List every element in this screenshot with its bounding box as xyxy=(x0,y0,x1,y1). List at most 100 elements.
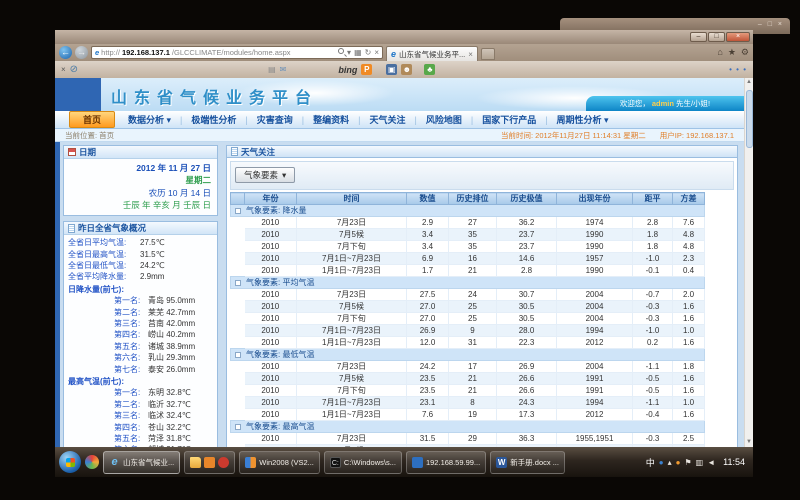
table-row[interactable]: 20101月1日~7月23日7.61917.32012-0.41.6 xyxy=(231,409,705,421)
back-button[interactable]: ← xyxy=(59,46,72,59)
group-checkbox[interactable] xyxy=(235,424,241,430)
table-toolbar: 气象要素 ▾ xyxy=(230,161,734,190)
row-lead-cell xyxy=(231,361,245,373)
card-icon[interactable]: ▤ xyxy=(268,65,276,74)
address-bar[interactable]: e http://192.168.137.1/GLCCLIMATE/module… xyxy=(91,46,383,59)
table-row[interactable]: 20107月23日27.52430.72004-0.72.0 xyxy=(231,289,705,301)
toolbar-close-icon[interactable]: × xyxy=(61,65,66,74)
start-button[interactable] xyxy=(59,451,81,473)
toolbar-stop-circle-icon[interactable]: ⊘ xyxy=(70,64,78,75)
nav-item-2[interactable]: 极端性分析 xyxy=(182,113,245,126)
table-row[interactable]: 20107月下旬3.43523.719901.84.8 xyxy=(231,241,705,253)
column-header-3: 历史排位 xyxy=(449,193,497,205)
nav-item-0[interactable]: 首页 xyxy=(69,111,115,128)
taskbar-button-vm[interactable]: Win2008 (VS2... xyxy=(239,451,320,474)
orange-tray-icon[interactable]: ● xyxy=(676,458,681,467)
table-row[interactable]: 20107月1日~7月23日26.9928.01994-1.01.0 xyxy=(231,325,705,337)
column-header-2: 数值 xyxy=(407,193,449,205)
nav-item-3[interactable]: 灾害查询 xyxy=(248,113,302,126)
table-row[interactable]: 20107月1日~7月23日23.1824.31994-1.11.0 xyxy=(231,397,705,409)
tab-title: 山东省气候业务平... xyxy=(399,49,465,60)
cell: 0.2 xyxy=(633,337,673,349)
close-button[interactable]: × xyxy=(726,32,750,42)
table-row[interactable]: 20107月5候3.43523.719901.84.8 xyxy=(231,229,705,241)
green-widget-icon[interactable]: ♣ xyxy=(424,64,435,75)
cell: 1990 xyxy=(557,241,633,253)
search-badge-icon[interactable]: P xyxy=(361,64,372,75)
table-row[interactable]: 20107月5候23.52126.61991-0.51.6 xyxy=(231,373,705,385)
scroll-down-icon[interactable]: ▼ xyxy=(745,438,753,447)
pinned-app-icon[interactable] xyxy=(85,455,99,469)
taskbar-clock[interactable]: 11:54 xyxy=(723,457,745,467)
orange-app-icon[interactable] xyxy=(204,457,215,468)
scrollbar-thumb[interactable] xyxy=(746,90,753,148)
scroll-up-icon[interactable]: ▲ xyxy=(745,78,753,87)
forward-button[interactable]: → xyxy=(75,46,88,59)
url-host: 192.168.137.1 xyxy=(122,48,170,57)
cell: 22.3 xyxy=(497,337,557,349)
table-row[interactable]: 20101月1日~7月23日12.03122.320120.21.6 xyxy=(231,337,705,349)
tools-gear-icon[interactable]: ⚙ xyxy=(741,47,749,58)
search-icon[interactable] xyxy=(338,48,344,54)
cell: 1月1日~7月23日 xyxy=(297,265,407,277)
stop-icon[interactable]: × xyxy=(374,48,379,57)
red-app-icon[interactable] xyxy=(218,457,229,468)
ime-indicator[interactable]: 中 xyxy=(646,456,655,469)
table-row[interactable]: 20107月下旬27.02530.52004-0.31.6 xyxy=(231,313,705,325)
folder-icon[interactable] xyxy=(190,457,201,468)
table-row[interactable]: 20101月1日~7月23日1.7212.81990-0.10.4 xyxy=(231,265,705,277)
taskbar-button-word[interactable]: W新手册.docx ... xyxy=(490,451,565,474)
action-center-flag-icon[interactable]: ⚑ xyxy=(684,458,691,467)
group-checkbox[interactable] xyxy=(235,280,241,286)
new-tab-button[interactable] xyxy=(481,48,495,60)
table-row[interactable]: 20107月下旬23.52126.61991-0.51.6 xyxy=(231,385,705,397)
stat-value: 24.2℃ xyxy=(140,261,165,271)
nav-item-6[interactable]: 风险地图 xyxy=(417,113,471,126)
table-row[interactable]: 20107月23日31.52936.31955,1951-0.32.5 xyxy=(231,433,705,445)
home-icon[interactable]: ⌂ xyxy=(717,47,722,58)
cell: 24.2 xyxy=(407,361,449,373)
table-row[interactable]: 20107月5候27.02530.52004-0.31.6 xyxy=(231,301,705,313)
network-icon[interactable]: ▥ xyxy=(696,458,704,467)
taskbar-button-group[interactable] xyxy=(184,451,235,474)
more-dots-icon[interactable]: • • • xyxy=(729,65,747,74)
taskbar-button-cmd[interactable]: C:C:\Windows\s... xyxy=(324,451,402,474)
table-row[interactable]: 20107月23日24.21726.92004-1.11.8 xyxy=(231,361,705,373)
browser-tab[interactable]: e 山东省气候业务平... × xyxy=(386,46,478,61)
nav-item-5[interactable]: 天气关注 xyxy=(360,113,414,126)
taskbar-button-rdp[interactable]: 192.168.59.99... xyxy=(406,451,486,474)
cell: 7月下旬 xyxy=(297,385,407,397)
volume-icon[interactable]: ◄ xyxy=(707,458,715,467)
show-hidden-icon[interactable]: ▴ xyxy=(668,458,672,467)
rank-value: 崂山 40.2mm xyxy=(148,330,195,340)
person-icon[interactable]: ☻ xyxy=(401,64,412,75)
table-row[interactable]: 20107月1日~7月23日6.91614.61957-1.02.3 xyxy=(231,253,705,265)
nav-item-1[interactable]: 数据分析 ▾ xyxy=(119,113,180,126)
compatibility-view-icon[interactable]: ▦ xyxy=(354,48,362,57)
bing-logo[interactable]: bing xyxy=(338,65,357,75)
cell: 7月1日~7月23日 xyxy=(297,397,407,409)
page-scrollbar[interactable]: ▲ ▼ xyxy=(744,78,753,447)
refresh-icon[interactable]: ↻ xyxy=(365,48,372,57)
element-dropdown-button[interactable]: 气象要素 ▾ xyxy=(235,167,295,183)
maximize-button[interactable]: □ xyxy=(708,32,725,42)
system-tray: 中 ●▴●⚑▥◄ 11:54 xyxy=(646,456,749,469)
taskbar-button-label: 新手册.docx ... xyxy=(510,457,559,468)
table-row[interactable]: 20107月23日2.92736.219742.87.6 xyxy=(231,217,705,229)
mail-icon[interactable]: ✉ xyxy=(280,65,287,74)
camera-icon[interactable]: ▣ xyxy=(386,64,397,75)
panel-icon xyxy=(231,147,238,156)
nav-item-8[interactable]: 周期性分析 ▾ xyxy=(548,113,618,126)
cell: 1991 xyxy=(557,373,633,385)
blue-tray-icon[interactable]: ● xyxy=(659,458,664,467)
group-checkbox[interactable] xyxy=(235,208,241,214)
table-header-row: 年份时间数值历史排位历史极值出现年份距平方差 xyxy=(231,193,705,205)
minimize-button[interactable]: – xyxy=(690,32,707,42)
search-caret-icon[interactable]: ▾ xyxy=(347,48,351,57)
tab-close-icon[interactable]: × xyxy=(468,50,473,59)
nav-item-4[interactable]: 整编资料 xyxy=(304,113,358,126)
favorites-star-icon[interactable]: ★ xyxy=(728,47,736,58)
group-checkbox[interactable] xyxy=(235,352,241,358)
nav-item-7[interactable]: 国家下行产品 xyxy=(473,113,545,126)
taskbar-button-ie[interactable]: e山东省气候业... xyxy=(103,451,180,474)
